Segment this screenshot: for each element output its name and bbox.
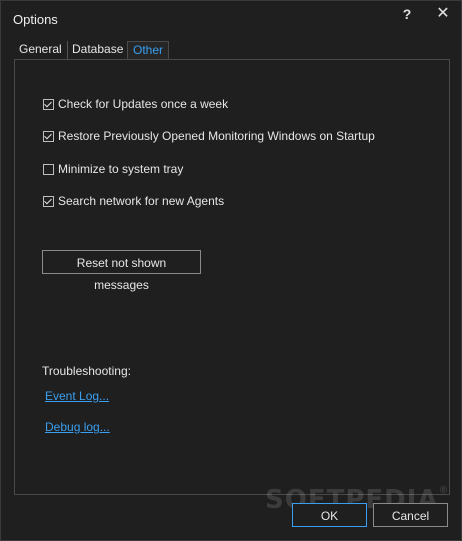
option-minimize-tray[interactable]: Minimize to system tray <box>43 161 183 177</box>
ok-button[interactable]: OK <box>292 503 367 527</box>
search-agents-checkbox[interactable] <box>43 195 54 207</box>
tab-database[interactable]: Database <box>67 41 128 59</box>
reset-messages-button[interactable]: Reset not shown messages <box>42 250 201 292</box>
tab-general[interactable]: General <box>14 41 68 59</box>
restore-windows-checkbox[interactable] <box>43 130 54 142</box>
option-restore-windows[interactable]: Restore Previously Opened Monitoring Win… <box>43 128 375 144</box>
window-title: Options <box>13 12 58 27</box>
option-check-updates[interactable]: Check for Updates once a week <box>43 96 228 112</box>
cancel-button[interactable]: Cancel <box>373 503 448 527</box>
tab-other[interactable]: Other <box>127 41 170 59</box>
troubleshooting-heading: Troubleshooting: <box>42 364 131 378</box>
minimize-tray-label: Minimize to system tray <box>58 162 184 176</box>
other-tab-panel: Check for Updates once a week Restore Pr… <box>14 59 450 495</box>
options-dialog: Options ? ✕ General Database Other Check… <box>0 0 462 541</box>
option-search-agents[interactable]: Search network for new Agents <box>43 193 224 209</box>
check-updates-label: Check for Updates once a week <box>58 97 229 111</box>
title-bar: Options ? ✕ <box>1 1 461 35</box>
close-button[interactable]: ✕ <box>429 5 457 25</box>
minimize-tray-checkbox[interactable] <box>43 163 54 175</box>
check-updates-checkbox[interactable] <box>43 98 54 110</box>
debug-log-link[interactable]: Debug log... <box>45 420 110 434</box>
watermark-registered-mark: ® <box>438 485 450 496</box>
search-agents-label: Search network for new Agents <box>58 194 225 208</box>
restore-windows-label: Restore Previously Opened Monitoring Win… <box>58 129 375 143</box>
event-log-link[interactable]: Event Log... <box>45 389 109 403</box>
help-button[interactable]: ? <box>393 5 421 25</box>
